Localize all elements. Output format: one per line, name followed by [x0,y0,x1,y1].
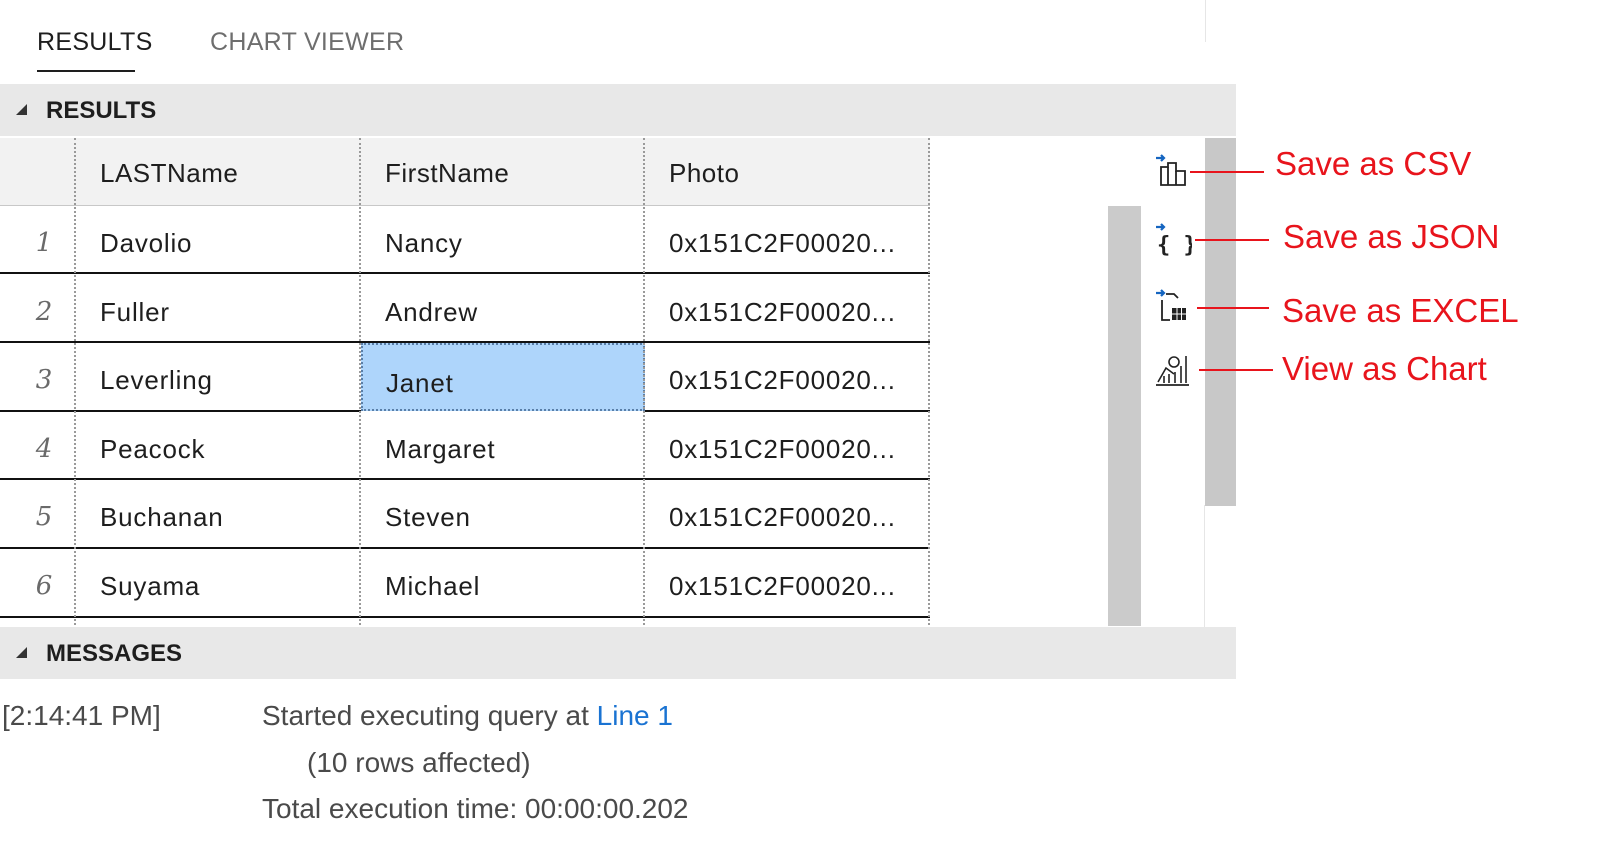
cell-photo[interactable]: 0x151C2F00020... [669,365,896,396]
cell-lastname[interactable]: Suyama [100,571,200,602]
cell-firstname[interactable]: Margaret [385,434,495,465]
panel-scrollbar[interactable] [1205,138,1236,506]
row-divider [645,410,930,412]
cell-lastname[interactable]: Peacock [100,434,205,465]
row-number: 4 [35,434,53,464]
cell-photo[interactable]: 0x151C2F00020... [669,228,896,259]
svg-text:{ }: { } [1157,233,1192,258]
column-separator [359,138,361,625]
cell-photo[interactable]: 0x151C2F00020... [669,502,896,533]
row-divider [0,341,930,343]
annotation-save-excel: Save as EXCEL [1282,292,1519,329]
column-header-lastname[interactable]: LASTName [100,158,238,189]
row-number: 3 [35,365,53,395]
cell-lastname[interactable]: Fuller [100,297,170,328]
cell-photo[interactable]: 0x151C2F00020... [669,571,896,602]
row-divider [0,410,361,412]
results-section-title: RESULTS [46,97,157,124]
table-row[interactable]: 5 Buchanan Steven 0x151C2F00020... [0,480,930,549]
messages-section-header[interactable]: MESSAGES [0,627,1236,679]
tab-results[interactable]: RESULTS [37,28,153,57]
collapse-caret-icon[interactable] [16,647,27,658]
message-started: Started executing query at Line 1 [262,700,673,732]
grid-vertical-scrollbar[interactable] [1108,206,1141,626]
cell-firstname[interactable]: Andrew [385,297,478,328]
results-section-header[interactable]: RESULTS [0,84,1236,136]
cell-lastname[interactable]: Leverling [100,365,213,396]
cell-lastname[interactable]: Davolio [100,228,192,259]
annotation-connector [1197,307,1269,309]
cell-photo[interactable]: 0x151C2F00020... [669,297,896,328]
row-number: 1 [35,228,53,258]
annotation-connector [1195,239,1269,241]
annotation-save-csv: Save as CSV [1275,145,1472,182]
annotation-save-json: Save as JSON [1283,218,1500,255]
message-rows-affected: (10 rows affected) [307,747,531,778]
column-separator [928,138,930,625]
column-separator [74,138,76,625]
save-excel-icon[interactable] [1152,288,1192,324]
collapse-caret-icon[interactable] [16,104,27,115]
pane-divider [1205,0,1206,42]
column-separator [643,138,645,625]
cell-firstname[interactable]: Michael [385,571,480,602]
message-timestamp: [2:14:41 PM] [2,700,161,731]
row-number: 2 [35,297,53,327]
message-started-text: Started executing query at [262,700,589,731]
messages-section-title: MESSAGES [46,640,183,667]
row-divider [0,272,930,274]
save-json-icon[interactable]: { } [1152,222,1197,258]
cell-firstname[interactable]: Steven [385,502,471,533]
table-row[interactable]: 1 Davolio Nancy 0x151C2F00020... [0,206,930,275]
row-number: 5 [35,502,53,532]
cell-photo[interactable]: 0x151C2F00020... [669,434,896,465]
table-row[interactable]: 6 Suyama Michael 0x151C2F00020... [0,549,930,618]
annotation-connector [1199,369,1273,371]
view-chart-icon[interactable] [1152,352,1192,388]
column-header-photo[interactable]: Photo [669,158,739,189]
annotation-connector [1190,171,1264,173]
cell-firstname[interactable]: Nancy [385,228,463,259]
message-execution-time: Total execution time: 00:00:00.202 [262,793,689,824]
table-row[interactable]: 3 Leverling Janet 0x151C2F00020... [0,343,930,412]
save-csv-icon[interactable] [1152,153,1192,189]
row-divider [0,478,930,480]
table-row[interactable]: 4 Peacock Margaret 0x151C2F00020... [0,412,930,481]
column-header-firstname[interactable]: FirstName [385,158,509,189]
line-link[interactable]: Line 1 [597,700,673,731]
pane-divider [1204,505,1205,627]
annotation-view-chart: View as Chart [1282,350,1487,387]
tab-active-indicator [37,70,135,72]
row-divider [0,547,930,549]
cell-firstname-selected[interactable]: Janet [386,368,454,399]
row-divider [0,616,930,618]
table-row[interactable]: 2 Fuller Andrew 0x151C2F00020... [0,275,930,344]
grid-header-row: LASTName FirstName Photo [0,138,930,206]
row-number: 6 [35,571,53,601]
tab-chart-viewer[interactable]: CHART VIEWER [210,28,404,57]
results-grid[interactable]: LASTName FirstName Photo 1 Davolio Nancy… [0,138,930,625]
cell-lastname[interactable]: Buchanan [100,502,224,533]
tab-bar: RESULTS CHART VIEWER [0,0,1236,84]
